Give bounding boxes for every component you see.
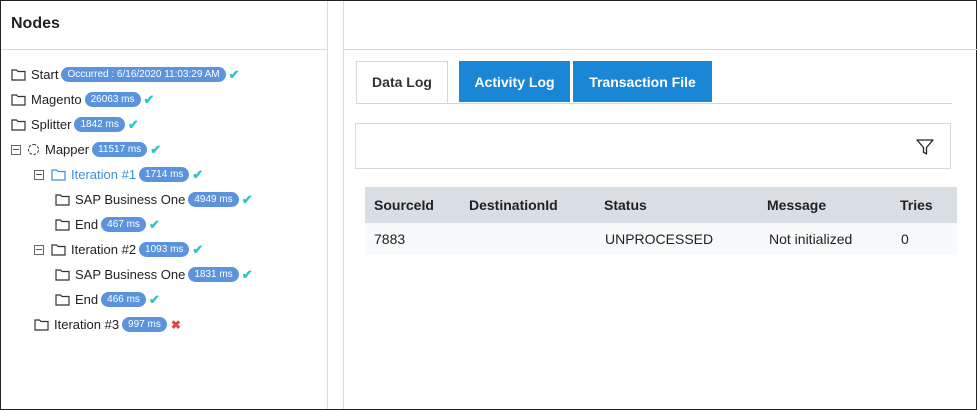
success-check-icon: ✔ — [228, 66, 240, 82]
filter-icon[interactable] — [915, 137, 935, 157]
loading-spinner-icon — [28, 144, 39, 155]
tree-node-label: Mapper — [45, 142, 90, 157]
column-header-status[interactable]: Status — [604, 187, 647, 223]
success-check-icon: ✔ — [150, 141, 162, 157]
success-check-icon: ✔ — [241, 191, 253, 207]
collapse-toggle-icon[interactable] — [34, 169, 44, 180]
folder-icon — [34, 319, 49, 331]
folder-icon — [55, 294, 70, 306]
data-log-table: SourceId DestinationId Status Message Tr… — [365, 187, 957, 255]
tree-node-sap-business-one[interactable]: SAP Business One 1831 ms ✔ — [55, 262, 253, 287]
duration-badge: 466 ms — [101, 292, 146, 307]
success-check-icon: ✔ — [192, 166, 204, 182]
success-check-icon: ✔ — [192, 241, 204, 257]
tree-node-label: Splitter — [31, 117, 72, 132]
table-row[interactable]: 7883 UNPROCESSED Not initialized 0 — [365, 223, 957, 255]
tree-node-end[interactable]: End 466 ms ✔ — [55, 287, 160, 312]
folder-icon — [55, 194, 70, 206]
tab-data-log[interactable]: Data Log — [356, 61, 448, 103]
tab-activity-log[interactable]: Activity Log — [459, 61, 570, 102]
folder-icon — [11, 119, 26, 131]
nodes-panel-title: Nodes — [11, 15, 60, 32]
column-header-message[interactable]: Message — [767, 187, 826, 223]
folder-icon — [11, 94, 26, 106]
folder-icon — [55, 219, 70, 231]
success-check-icon: ✔ — [241, 266, 253, 282]
tree-node-label: SAP Business One — [75, 267, 186, 282]
cell-status: UNPROCESSED — [605, 231, 714, 247]
success-check-icon: ✔ — [127, 116, 139, 132]
duration-badge: 1831 ms — [188, 267, 239, 282]
tree-node-end[interactable]: End 467 ms ✔ — [55, 212, 160, 237]
duration-badge: 26063 ms — [84, 92, 141, 107]
tree-node-iteration-1[interactable]: Iteration #1 1714 ms ✔ — [34, 162, 203, 187]
tree-node-start[interactable]: Start Occurred : 6/16/2020 11:03:29 AM ✔ — [11, 62, 240, 87]
folder-icon — [51, 169, 66, 181]
tree-node-label: Iteration #3 — [54, 317, 120, 332]
tree-node-sap-business-one[interactable]: SAP Business One 4949 ms ✔ — [55, 187, 253, 212]
tree-node-label: End — [75, 217, 99, 232]
timestamp-badge: Occurred : 6/16/2020 11:03:29 AM — [61, 67, 226, 82]
nodes-panel-header: Nodes — [1, 1, 327, 50]
error-cross-icon: ✖ — [170, 317, 181, 332]
duration-badge: 997 ms — [122, 317, 167, 332]
collapse-toggle-icon[interactable] — [11, 144, 21, 155]
duration-badge: 1093 ms — [139, 242, 190, 257]
tree-node-mapper[interactable]: Mapper 11517 ms ✔ — [11, 137, 161, 162]
tree-node-iteration-3[interactable]: Iteration #3 997 ms ✖ — [34, 312, 181, 337]
folder-icon — [51, 244, 66, 256]
tab-transaction-file[interactable]: Transaction File — [573, 61, 712, 102]
column-header-sourceid[interactable]: SourceId — [374, 187, 434, 223]
folder-icon — [11, 69, 26, 81]
nodes-panel: Nodes Start Occurred : 6/16/2020 11:03:2… — [1, 1, 328, 409]
tree-node-label: SAP Business One — [75, 192, 186, 207]
cell-sourceid: 7883 — [374, 231, 406, 247]
app-window: Nodes Start Occurred : 6/16/2020 11:03:2… — [0, 0, 977, 410]
success-check-icon: ✔ — [148, 291, 160, 307]
details-panel: Data Log Activity Log Transaction File S… — [343, 1, 977, 409]
tree-node-magento[interactable]: Magento 26063 ms ✔ — [11, 87, 154, 112]
folder-icon — [55, 269, 70, 281]
tree-node-label: End — [75, 292, 99, 307]
cell-tries: 0 — [901, 231, 909, 247]
success-check-icon: ✔ — [143, 91, 155, 107]
details-panel-header — [344, 1, 977, 50]
tree-node-label: Iteration #2 — [71, 242, 137, 257]
column-header-tries[interactable]: Tries — [900, 187, 933, 223]
cell-message: Not initialized — [769, 231, 853, 247]
tab-bar: Data Log Activity Log Transaction File — [356, 61, 952, 104]
success-check-icon: ✔ — [148, 216, 160, 232]
duration-badge: 467 ms — [101, 217, 146, 232]
table-header: SourceId DestinationId Status Message Tr… — [365, 187, 957, 223]
duration-badge: 4949 ms — [188, 192, 239, 207]
filter-bar — [355, 123, 951, 169]
tree-node-label: Start — [31, 67, 59, 82]
tree-node-label: Iteration #1 — [71, 167, 137, 182]
collapse-toggle-icon[interactable] — [34, 244, 44, 255]
duration-badge: 1714 ms — [139, 167, 190, 182]
column-header-destinationid[interactable]: DestinationId — [469, 187, 558, 223]
tree-node-label: Magento — [31, 92, 82, 107]
tree-node-splitter[interactable]: Splitter 1842 ms ✔ — [11, 112, 139, 137]
duration-badge: 1842 ms — [74, 117, 125, 132]
tree-node-iteration-2[interactable]: Iteration #2 1093 ms ✔ — [34, 237, 203, 262]
duration-badge: 11517 ms — [92, 142, 148, 157]
